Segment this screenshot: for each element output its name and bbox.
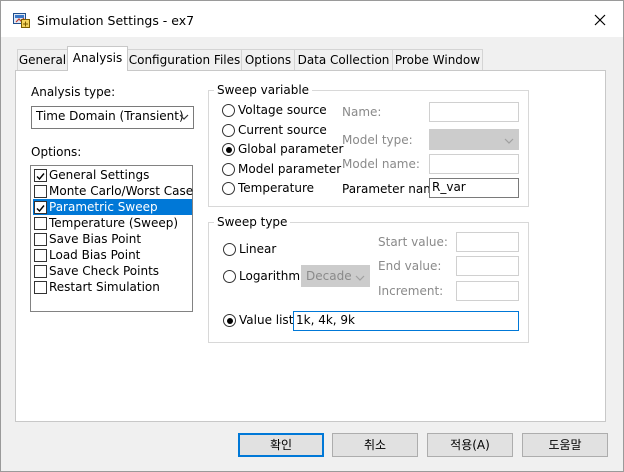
chevron-down-icon <box>179 111 189 121</box>
radio-icon[interactable] <box>223 270 236 283</box>
option-restart-simulation[interactable]: Restart Simulation <box>33 279 192 295</box>
model-name-field[interactable] <box>429 154 519 174</box>
window-title: Simulation Settings - ex7 <box>37 13 195 28</box>
radio-label: Model parameter <box>238 162 342 176</box>
checkbox-icon[interactable] <box>34 265 47 278</box>
ok-button[interactable]: 확인 <box>238 433 324 457</box>
option-label: General Settings <box>49 168 150 182</box>
parameter-name-field[interactable]: R_var <box>429 178 519 198</box>
checkbox-checked-icon[interactable] <box>34 201 47 214</box>
radio-label: Linear <box>239 242 277 256</box>
tab-label: Data Collection <box>297 53 390 67</box>
radio-icon[interactable] <box>222 124 235 137</box>
model-name-label: Model name: <box>342 157 420 171</box>
radio-icon[interactable] <box>222 182 235 195</box>
apply-button-label: 적용(A) <box>450 438 490 452</box>
model-type-label: Model type: <box>342 133 413 147</box>
tab-label: Probe Window <box>394 53 481 67</box>
analysis-type-select[interactable]: Time Domain (Transient) <box>31 106 194 129</box>
help-button-label: 도움말 <box>548 438 582 452</box>
increment-label: Increment: <box>378 284 444 298</box>
checkbox-icon[interactable] <box>34 217 47 230</box>
sweep-type-title: Sweep type <box>214 215 291 229</box>
radio-label: Value list <box>239 313 294 327</box>
simulation-settings-dialog: Simulation Settings - ex7 General Analys… <box>0 0 624 472</box>
close-button[interactable] <box>587 9 613 33</box>
chevron-down-icon <box>504 135 514 149</box>
radio-label: Logarithmic <box>239 269 310 283</box>
start-value-label: Start value: <box>378 235 448 249</box>
option-load-bias-point[interactable]: Load Bias Point <box>33 247 192 263</box>
radio-icon[interactable] <box>222 104 235 117</box>
radio-label: Global parameter <box>238 142 344 156</box>
option-label: Temperature (Sweep) <box>49 216 179 230</box>
checkbox-icon[interactable] <box>34 185 47 198</box>
option-save-bias-point[interactable]: Save Bias Point <box>33 231 192 247</box>
radio-icon[interactable] <box>223 243 236 256</box>
option-general-settings[interactable]: General Settings <box>33 167 192 183</box>
checkbox-checked-icon[interactable] <box>34 169 47 182</box>
radio-label: Voltage source <box>238 103 327 117</box>
logarithmic-scale-value: Decade <box>306 269 352 283</box>
start-value-field[interactable] <box>456 232 519 252</box>
chevron-down-icon <box>355 272 365 286</box>
radio-label: Temperature <box>238 181 315 195</box>
simulation-app-icon <box>13 13 30 28</box>
parameter-name-value: R_var <box>432 180 466 194</box>
tab-label: General <box>18 53 67 67</box>
value-list-value: 1k, 4k, 9k <box>296 313 356 327</box>
checkbox-icon[interactable] <box>34 281 47 294</box>
end-value-label: End value: <box>378 259 442 273</box>
tab-label: Analysis <box>72 51 123 65</box>
option-monte-carlo[interactable]: Monte Carlo/Worst Case <box>33 183 194 199</box>
analysis-type-value: Time Domain (Transient) <box>36 109 184 123</box>
checkbox-icon[interactable] <box>34 249 47 262</box>
option-save-check-points[interactable]: Save Check Points <box>33 263 192 279</box>
cancel-button-label: 취소 <box>363 438 387 452</box>
title-bar: Simulation Settings - ex7 <box>1 1 623 37</box>
option-label: Monte Carlo/Worst Case <box>49 184 194 198</box>
sweep-variable-title: Sweep variable <box>214 83 313 97</box>
tab-label: Configuration Files <box>128 53 241 67</box>
tab-probe-window[interactable]: Probe Window <box>392 49 483 70</box>
tab-label: Options <box>244 53 292 67</box>
tab-options[interactable]: Options <box>241 49 295 70</box>
option-temperature-sweep[interactable]: Temperature (Sweep) <box>33 215 192 231</box>
logarithmic-scale-select[interactable]: Decade <box>301 265 370 287</box>
tab-data-collection[interactable]: Data Collection <box>294 49 393 70</box>
apply-button[interactable]: 적용(A) <box>427 433 513 457</box>
radio-selected-icon[interactable] <box>222 143 235 156</box>
tab-configuration-files[interactable]: Configuration Files <box>127 49 242 70</box>
option-parametric-sweep[interactable]: Parametric Sweep <box>33 199 192 215</box>
increment-field[interactable] <box>456 281 519 301</box>
ok-button-label: 확인 <box>269 438 293 452</box>
option-label: Parametric Sweep <box>49 200 158 214</box>
option-label: Save Bias Point <box>49 232 142 246</box>
name-field[interactable] <box>429 102 519 122</box>
cancel-button[interactable]: 취소 <box>332 433 418 457</box>
name-label: Name: <box>342 105 382 119</box>
radio-selected-icon[interactable] <box>223 314 236 327</box>
value-list-field[interactable]: 1k, 4k, 9k <box>293 311 519 331</box>
options-listbox[interactable]: General Settings Monte Carlo/Worst Case … <box>30 165 193 312</box>
option-label: Restart Simulation <box>49 280 160 294</box>
tab-general[interactable]: General <box>17 49 68 70</box>
close-icon <box>594 14 606 29</box>
option-label: Load Bias Point <box>49 248 141 262</box>
radio-icon[interactable] <box>222 163 235 176</box>
tab-analysis[interactable]: Analysis <box>67 46 128 71</box>
radio-label: Current source <box>238 123 327 137</box>
help-button[interactable]: 도움말 <box>522 433 608 457</box>
analysis-type-label: Analysis type: <box>31 85 116 99</box>
model-type-select[interactable] <box>429 129 519 150</box>
checkbox-icon[interactable] <box>34 233 47 246</box>
end-value-field[interactable] <box>456 256 519 276</box>
option-label: Save Check Points <box>49 264 160 278</box>
options-label: Options: <box>31 145 82 159</box>
